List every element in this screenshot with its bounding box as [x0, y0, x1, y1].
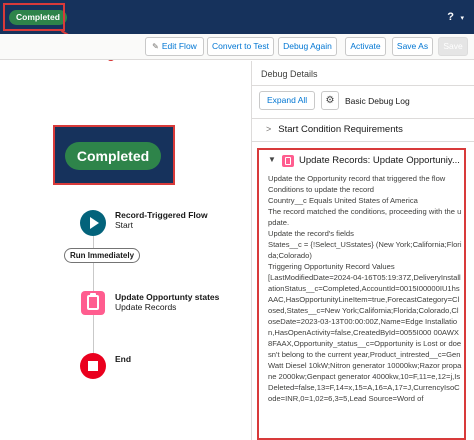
start-node[interactable] [80, 210, 106, 236]
status-badge-zoomed: Completed [65, 142, 161, 170]
detail-title: Update Records: Update Opportuniy... [299, 155, 460, 166]
clipboard-clip-icon [90, 293, 96, 297]
start-condition-label: Start Condition Requirements [278, 124, 403, 135]
highlight-box [3, 3, 65, 31]
end-node[interactable] [80, 353, 106, 379]
connector-line [93, 236, 94, 291]
detail-header[interactable]: ▼ Update Records: Update Opportuniy... [268, 155, 463, 169]
divider [252, 85, 474, 86]
clipboard-icon [87, 295, 99, 310]
activate-button[interactable]: Activate [345, 37, 386, 56]
log-mode-label: Basic Debug Log [345, 96, 410, 106]
pencil-icon: ✎ [152, 42, 159, 51]
update-node-title: Update Opportunty states [115, 292, 220, 302]
chevron-right-icon: > [266, 124, 272, 134]
path-label[interactable]: Run Immediately [64, 248, 141, 263]
detail-line: [LastModifiedDate=2024-04-16T05:19:37Z,D… [268, 273, 462, 403]
detail-line: Country__c Equals United States of Ameri… [268, 196, 418, 205]
chevron-down-icon[interactable]: ▾ [460, 14, 464, 22]
start-node-title: Record-Triggered Flow [115, 210, 208, 220]
detail-line: The record matched the conditions, proce… [268, 207, 462, 227]
expand-all-button[interactable]: Expand All [259, 91, 316, 110]
clipboard-icon [282, 155, 294, 167]
divider [252, 118, 474, 119]
stop-icon [88, 361, 98, 371]
connector-line [93, 315, 94, 353]
update-records-detail: ▼ Update Records: Update Opportuniy... U… [257, 148, 466, 440]
start-condition-section[interactable]: > Start Condition Requirements [266, 124, 403, 135]
gear-icon[interactable]: ⚙ [321, 91, 339, 110]
edit-flow-button[interactable]: ✎ Edit Flow [145, 37, 204, 56]
save-as-button[interactable]: Save As [392, 37, 433, 56]
flow-canvas[interactable]: Completed Record-Triggered Flow Start Ru… [0, 61, 251, 440]
zoomed-status-callout: Completed [53, 125, 175, 185]
chevron-down-icon: ▼ [268, 155, 276, 164]
detail-line: States__c = {!Select_USstates} (New York… [268, 240, 462, 260]
play-icon [90, 217, 99, 229]
toolbar: ✎ Edit Flow Convert to Test Debug Again A… [0, 34, 474, 60]
detail-body: Update the Opportunity record that trigg… [268, 173, 462, 404]
update-records-node[interactable] [81, 291, 105, 315]
detail-line: Conditions to update the record [268, 185, 374, 194]
start-node-subtitle: Start [115, 220, 133, 230]
detail-line: Update the record's fields [268, 229, 354, 238]
convert-to-test-button[interactable]: Convert to Test [207, 37, 274, 56]
save-button[interactable]: Save [438, 37, 468, 56]
top-bar: Completed ? ▾ [0, 0, 474, 34]
end-node-title: End [115, 354, 132, 364]
detail-line: Update the Opportunity record that trigg… [268, 174, 446, 183]
divider [252, 141, 474, 142]
update-node-subtitle: Update Records [115, 302, 177, 312]
detail-line: Triggering Opportunity Record Values [268, 262, 395, 271]
help-button[interactable]: ? [447, 11, 454, 23]
panel-title: Debug Details [261, 69, 318, 79]
debug-panel: Debug Details Expand All ⚙ Basic Debug L… [252, 61, 474, 440]
debug-again-button[interactable]: Debug Again [278, 37, 337, 56]
edit-flow-label: Edit Flow [161, 41, 197, 51]
